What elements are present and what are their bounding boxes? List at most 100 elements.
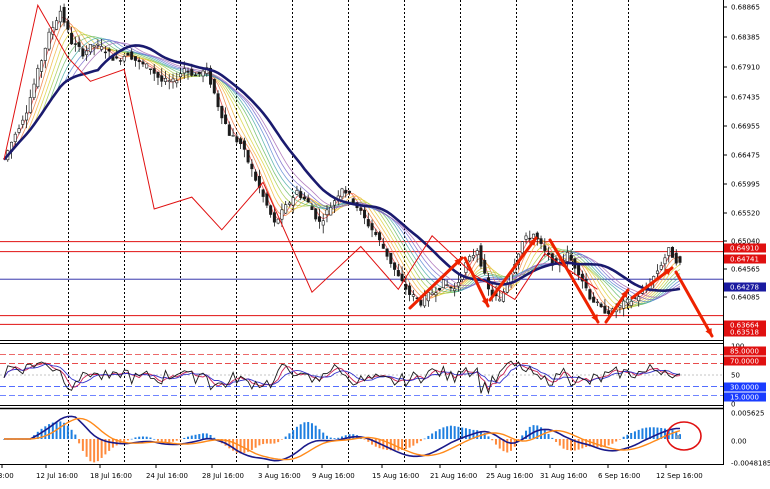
candle-body (332, 200, 336, 206)
candle-body (381, 243, 385, 249)
highlight-dot (676, 435, 680, 439)
macd-histogram-bar (303, 422, 306, 440)
macd-histogram-bar (363, 439, 366, 440)
candle-body (216, 93, 220, 108)
candle-body (483, 260, 487, 274)
macd-histogram-bar (153, 438, 156, 440)
macd-tick-label: 0.00 (731, 438, 747, 446)
macd-histogram-bar (156, 439, 159, 441)
macd-histogram-bar (168, 439, 171, 443)
macd-histogram-bar (453, 426, 456, 440)
candle-body (179, 73, 183, 77)
macd-histogram-bar (562, 439, 565, 449)
macd-tick-label: -0.0048185 (731, 460, 770, 468)
price-tick-label: 0.64085 (731, 294, 760, 302)
candle-body (17, 128, 21, 133)
candle-body (152, 68, 156, 74)
candle-body (348, 190, 352, 193)
candle-body (100, 46, 104, 50)
trading-chart[interactable]: 0.68865 0.68385 0.67910 0.67435 0.66955 0.664… (0, 0, 770, 485)
candle-body (28, 97, 32, 113)
macd-histogram-bar (468, 429, 471, 440)
macd-histogram-bar (288, 433, 291, 440)
macd-histogram-bar (194, 434, 197, 440)
macd-histogram-bar (78, 439, 81, 444)
candle-body (663, 257, 667, 265)
macd-histogram-bar (607, 439, 610, 446)
macd-histogram-bar (314, 425, 317, 440)
candle-body (171, 78, 175, 83)
candle-body (400, 273, 404, 282)
macd-histogram-bar (44, 426, 47, 440)
macd-histogram-bar (66, 425, 69, 440)
candle-body (599, 303, 603, 308)
macd-histogram-bar (299, 424, 302, 440)
candle-body (186, 71, 190, 73)
macd-histogram-bar (431, 433, 434, 440)
macd-histogram-bar (626, 434, 629, 440)
macd-histogram-bar (596, 439, 599, 448)
candle-body (73, 43, 77, 45)
macd-histogram-bar (172, 439, 174, 442)
macd-histogram-bar (81, 439, 84, 451)
candle-body (103, 51, 107, 54)
candle-body (156, 72, 160, 78)
macd-histogram-bar (100, 439, 103, 458)
macd-histogram-bar (310, 423, 313, 440)
macd-histogram-bar (85, 439, 88, 457)
price-tick-label: 0.65520 (731, 210, 760, 218)
candle-body (366, 219, 370, 227)
candle-body (565, 252, 569, 262)
candle-body (88, 44, 92, 53)
macd-histogram-bar (329, 437, 332, 440)
macd-histogram-bar (149, 437, 152, 440)
candle-body (622, 300, 626, 309)
candle-body (13, 133, 17, 142)
candle-body (385, 248, 389, 257)
time-tick-label: 12 Sep 16:00 (656, 472, 703, 480)
candle-body (325, 209, 329, 215)
macd-histogram-bar (558, 439, 561, 446)
candle-body (569, 254, 573, 261)
candle-body (235, 136, 239, 143)
candle-body (625, 298, 629, 304)
price-tick-label: 0.65995 (731, 181, 760, 189)
candle-body (85, 50, 89, 56)
macd-histogram-bar (663, 428, 666, 440)
macd-histogram-bar (603, 439, 606, 447)
candle-body (40, 60, 44, 72)
candle-body (246, 150, 250, 163)
candle-body (321, 220, 325, 226)
macd-histogram-bar (74, 434, 77, 440)
macd-histogram-bar (510, 439, 512, 451)
time-tick-label: 18 Jul 16:00 (90, 472, 132, 480)
candle-body (539, 238, 543, 244)
candle-body (396, 270, 400, 277)
time-tick-label: 9 Aug 16:00 (312, 472, 355, 480)
candle-body (265, 193, 269, 206)
rsi-tag-label: 15.0000 (730, 394, 759, 402)
candle-body (126, 52, 130, 56)
candle-body (115, 56, 119, 59)
macd-histogram-bar (179, 439, 182, 440)
candle-body (62, 6, 66, 23)
candle-body (378, 232, 382, 241)
price-tick-label: 0.66955 (731, 123, 760, 131)
macd-histogram-bar (277, 439, 280, 443)
chart-canvas[interactable]: 0.68865 0.68385 0.67910 0.67435 0.66955 0.664… (0, 0, 770, 485)
macd-histogram-bar (254, 439, 257, 448)
macd-histogram-bar (637, 429, 640, 440)
candle-body (96, 43, 100, 46)
price-tick-label: 0.64565 (731, 266, 760, 274)
candle-body (70, 32, 74, 45)
candle-body (370, 223, 374, 231)
candle-body (43, 47, 47, 61)
macd-histogram-bar (325, 435, 328, 440)
candle-body (629, 300, 633, 306)
macd-histogram-bar (622, 436, 625, 440)
candle-body (667, 247, 671, 256)
candle-body (577, 264, 581, 276)
candle-body (137, 59, 141, 63)
candle-body (242, 140, 246, 150)
candle-body (543, 245, 547, 251)
